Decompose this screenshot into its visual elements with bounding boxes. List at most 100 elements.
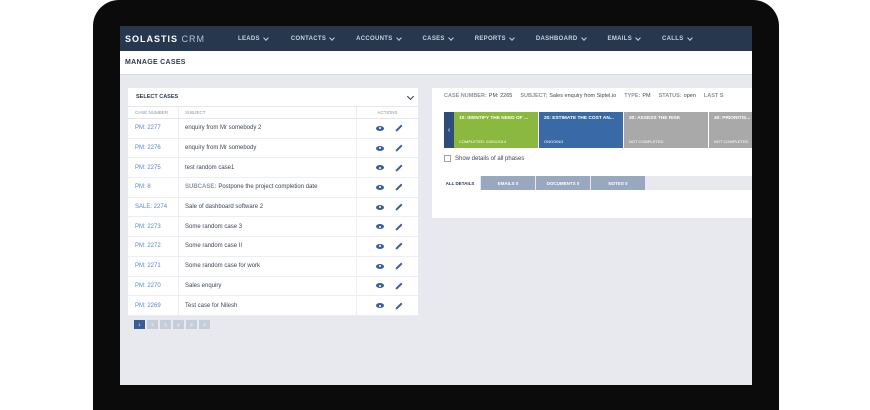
show-details-checkbox[interactable] <box>444 155 451 162</box>
page-title: MANAGE CASES <box>120 51 752 75</box>
case-number[interactable]: PM: 2275 <box>128 165 178 171</box>
view-icon[interactable] <box>375 184 384 190</box>
brand-logo[interactable]: SOLASTIS CRM <box>120 34 238 44</box>
case-number[interactable]: PM: 2276 <box>128 145 178 151</box>
table-row[interactable]: PM: 2269 Test case for Nilesh <box>128 296 418 316</box>
tab-all-details[interactable]: ALL DETAILS <box>440 176 480 190</box>
case-subject-text: Sale of dashboard software 2 <box>185 204 264 211</box>
case-number[interactable]: PM: 2277 <box>128 125 178 131</box>
show-details-toggle[interactable]: Show details of all phases <box>444 155 524 162</box>
chevron-left-icon[interactable]: ‹ <box>444 112 454 148</box>
table-row[interactable]: PM: 2275 test random case1 <box>128 158 418 179</box>
phase-card[interactable]: 40: PRIORITIS... NOT COMPLETED <box>709 112 752 148</box>
phase-status: ONGOING <box>544 139 564 144</box>
case-subject-text: Postpone the project completion date <box>218 184 318 191</box>
select-cases-header[interactable]: SELECT CASES <box>128 88 418 107</box>
case-number[interactable]: PM: 2273 <box>128 224 178 230</box>
view-icon[interactable] <box>375 145 384 151</box>
case-number[interactable]: SALE: 2274 <box>128 204 178 210</box>
top-nav: SOLASTIS CRM LEADS CONTACTS ACCOUNTS CAS… <box>120 26 752 51</box>
nav-dashboard[interactable]: DASHBOARD <box>535 34 587 42</box>
tab-notes[interactable]: NOTES 0 <box>591 176 645 190</box>
subject-value: Sales enquiry from Siptel.io <box>549 93 617 99</box>
table-row[interactable]: PM: 2272 Some random case II <box>128 237 418 257</box>
edit-icon[interactable] <box>395 164 402 172</box>
view-icon[interactable] <box>375 125 384 131</box>
edit-icon[interactable] <box>395 124 402 132</box>
edit-icon[interactable] <box>395 184 402 191</box>
nav-leads[interactable]: LEADS <box>238 34 269 42</box>
page-2[interactable]: 2 <box>147 320 158 329</box>
page-1[interactable]: 1 <box>134 320 145 329</box>
case-subject-text: Some random case II <box>185 243 243 250</box>
nav-contacts-label: CONTACTS <box>290 35 327 42</box>
page-6[interactable]: 6 <box>199 320 210 329</box>
view-icon[interactable] <box>375 263 384 269</box>
col-subject[interactable]: SUBJECT <box>178 107 356 118</box>
edit-icon[interactable] <box>395 144 402 152</box>
case-subject: Some random case 3 <box>178 217 356 237</box>
case-number[interactable]: PM: 8 <box>128 184 178 190</box>
subject-field: SUBJECT: Sales enquiry from Siptel.io <box>520 93 616 99</box>
chevron-down-icon <box>635 34 641 41</box>
nav-contacts[interactable]: CONTACTS <box>290 34 335 42</box>
table-row[interactable]: PM: 2276 enquiry from Mr somebody <box>128 138 418 159</box>
edit-icon[interactable] <box>395 223 402 231</box>
phase-card[interactable]: 30: ASSESS THE RISK NOT COMPLETED <box>624 112 708 148</box>
phase-card[interactable]: 10: IDENTIFY THE NEED OF ... COMPLETED: 0… <box>454 112 538 148</box>
nav-reports[interactable]: REPORTS <box>475 34 515 42</box>
nav-calls[interactable]: CALLS <box>662 34 693 42</box>
chevron-down-icon <box>580 34 587 41</box>
edit-icon[interactable] <box>395 282 402 290</box>
phase-title: 10: IDENTIFY THE NEED OF ... <box>459 116 528 121</box>
table-row[interactable]: PM: 2277 enquiry from Mr somebody 2 <box>128 119 418 139</box>
nav-emails[interactable]: EMAILS <box>608 34 641 42</box>
tab-documents[interactable]: DOCUMENTS 0 <box>536 176 590 190</box>
case-subject: Sale of dashboard software 2 <box>178 197 356 217</box>
case-subject-text: test random case1 <box>185 164 235 171</box>
nav-calls-label: CALLS <box>662 35 684 42</box>
case-subject-text: Some random case 3 <box>185 223 243 230</box>
case-number[interactable]: PM: 2271 <box>128 263 178 269</box>
view-icon[interactable] <box>375 165 384 171</box>
nav-cases[interactable]: CASES <box>423 34 454 42</box>
case-number-field: CASE NUMBER: PM: 2265 <box>444 93 512 99</box>
case-number[interactable]: PM: 2272 <box>128 243 178 249</box>
case-number[interactable]: PM: 2269 <box>128 303 178 309</box>
edit-icon[interactable] <box>395 203 402 211</box>
brand-name: SOLASTIS <box>125 33 179 44</box>
case-number[interactable]: PM: 2270 <box>128 283 178 289</box>
table-row[interactable]: PM: 2270 Sales enquiry <box>128 276 418 297</box>
table-row[interactable]: PM: 2273 Some random case 3 <box>128 217 418 238</box>
view-icon[interactable] <box>375 204 384 210</box>
phase-card[interactable]: 20: ESTIMATE THE COST AN... ONGOING <box>539 112 623 148</box>
case-subject: Test case for Nilesh <box>178 296 356 315</box>
case-actions <box>356 296 418 315</box>
app-screen: SOLASTIS CRM LEADS CONTACTS ACCOUNTS CAS… <box>120 26 752 385</box>
case-info-bar: CASE NUMBER: PM: 2265 SUBJECT: Sales enqui… <box>432 88 752 104</box>
table-row[interactable]: PM: 8 SUBCASE: Postpone the project comple… <box>128 178 418 198</box>
edit-icon[interactable] <box>395 302 402 309</box>
col-case-number[interactable]: CASE NUMBER <box>128 110 178 115</box>
case-actions <box>356 119 418 138</box>
phase-status: NOT COMPLETED <box>629 139 664 144</box>
view-icon[interactable] <box>375 243 384 249</box>
page-3[interactable]: 3 <box>160 320 171 329</box>
table-row[interactable]: SALE: 2274 Sale of dashboard software 2 <box>128 197 418 218</box>
case-actions <box>356 217 418 237</box>
view-icon[interactable] <box>375 303 384 309</box>
chevron-down-icon[interactable] <box>406 92 415 100</box>
phase-title: 30: ASSESS THE RISK <box>629 116 681 121</box>
edit-icon[interactable] <box>395 243 402 250</box>
col-actions: ACTIONS <box>356 107 418 118</box>
nav-accounts[interactable]: ACCOUNTS <box>356 34 402 42</box>
nav-dashboard-label: DASHBOARD <box>535 35 578 42</box>
view-icon[interactable] <box>375 224 384 230</box>
page-4[interactable]: 4 <box>173 320 184 329</box>
page-5[interactable]: 5 <box>186 320 197 329</box>
phase-list: 10: IDENTIFY THE NEED OF ... COMPLETED: 0… <box>454 112 752 148</box>
view-icon[interactable] <box>375 283 384 289</box>
table-row[interactable]: PM: 2271 Some random case for work <box>128 256 418 277</box>
tab-emails[interactable]: EMAILS 0 <box>481 176 535 190</box>
edit-icon[interactable] <box>395 262 402 270</box>
